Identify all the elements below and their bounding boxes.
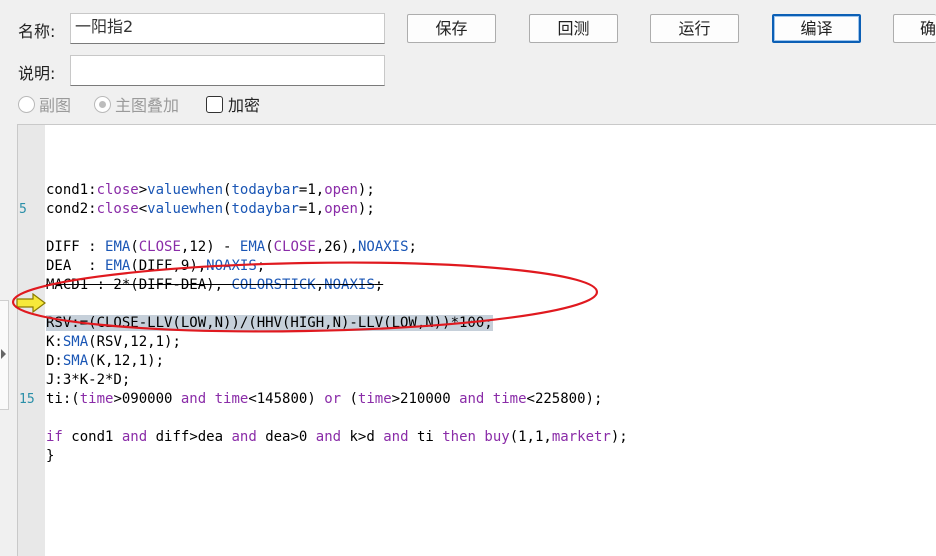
desc-label: 说明: (18, 64, 56, 83)
code-line[interactable] (46, 162, 628, 181)
main-overlay-radio[interactable] (94, 95, 111, 113)
main-overlay-label: 主图叠加 (115, 96, 180, 115)
code-line[interactable]: MACD1 : 2*(DIFF-DEA), COLORSTICK,NOAXIS; (46, 276, 628, 295)
encrypt-option[interactable]: 加密 (206, 92, 260, 116)
sub-chart-radio[interactable] (18, 95, 35, 113)
code-editor[interactable]: 5 15 cond1:close>valuewhen(todaybar=1,op… (17, 124, 936, 556)
current-line-arrow-icon (16, 293, 46, 313)
code-line[interactable]: J:3*K-2*D; (46, 371, 628, 390)
code-line[interactable]: DEA : EMA(DIFF,9),NOAXIS; (46, 257, 628, 276)
code-line[interactable]: if cond1 and diff>dea and dea>0 and k>d … (46, 428, 628, 447)
code-line[interactable]: D:SMA(K,12,1); (46, 352, 628, 371)
code-text[interactable]: cond1:close>valuewhen(todaybar=1,open); c… (46, 162, 628, 466)
confirm-button[interactable]: 确 (893, 14, 936, 43)
save-button[interactable]: 保存 (407, 14, 496, 43)
panel-toggle-handle[interactable] (0, 300, 9, 410)
sub-chart-option[interactable]: 副图 (18, 92, 71, 116)
code-line[interactable]: ti:(time>090000 and time<145800) or (tim… (46, 390, 628, 409)
encrypt-checkbox[interactable] (206, 95, 223, 113)
editor-gutter: 5 15 (18, 125, 45, 556)
code-line[interactable] (46, 295, 628, 314)
name-field[interactable]: 一阳指2 (70, 13, 385, 44)
desc-field[interactable] (70, 55, 385, 86)
backtest-button[interactable]: 回测 (529, 14, 618, 43)
run-button[interactable]: 运行 (650, 14, 739, 43)
main-overlay-option[interactable]: 主图叠加 (94, 92, 179, 116)
code-line[interactable]: cond2:close<valuewhen(todaybar=1,open); (46, 200, 628, 219)
code-line[interactable]: DIFF : EMA(CLOSE,12) - EMA(CLOSE,26),NOA… (46, 238, 628, 257)
code-line[interactable]: K:SMA(RSV,12,1); (46, 333, 628, 352)
line-number: 15 (19, 392, 35, 407)
compile-button[interactable]: 编译 (772, 14, 861, 43)
code-line[interactable]: } (46, 447, 628, 466)
code-line[interactable] (46, 219, 628, 238)
encrypt-label: 加密 (228, 96, 261, 115)
name-label: 名称: (18, 22, 56, 41)
code-line[interactable] (46, 409, 628, 428)
line-number: 5 (19, 202, 27, 217)
code-line[interactable]: RSV:=(CLOSE-LLV(LOW,N))/(HHV(HIGH,N)-LLV… (46, 314, 628, 333)
code-line[interactable]: cond1:close>valuewhen(todaybar=1,open); (46, 181, 628, 200)
sub-chart-label: 副图 (39, 96, 72, 115)
